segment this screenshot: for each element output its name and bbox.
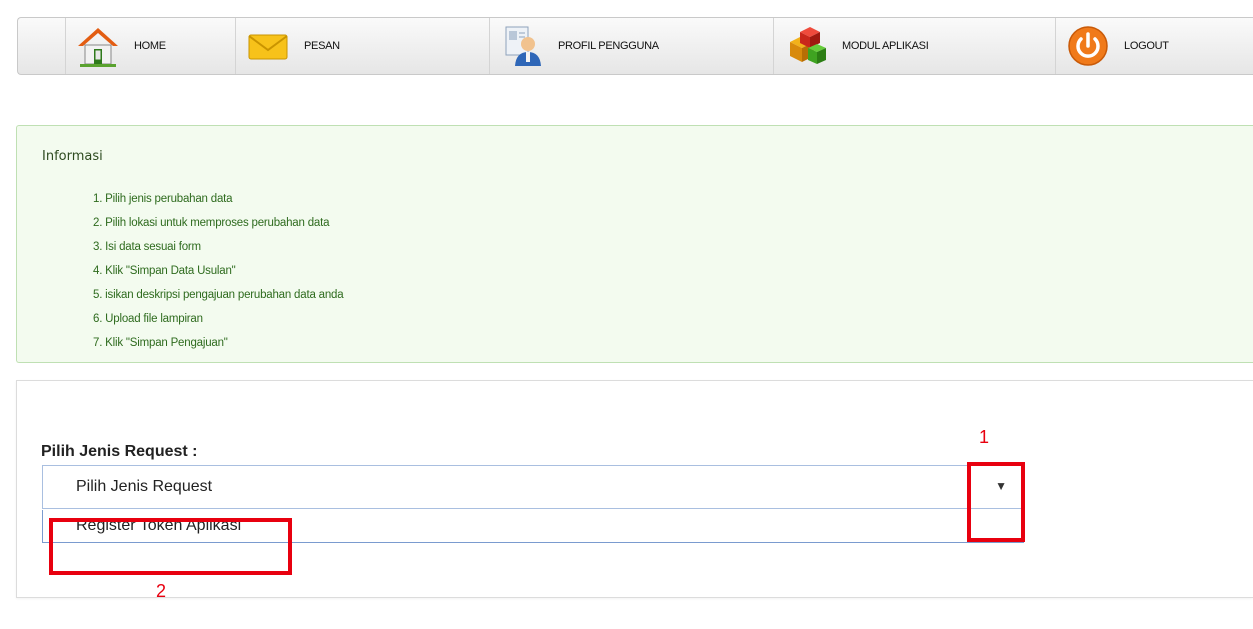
nav-label-home: HOME	[134, 40, 166, 52]
nav-label-pesan: PESAN	[304, 40, 340, 52]
home-icon	[76, 24, 120, 68]
navbar-spacer	[18, 18, 66, 74]
annotation-number-2: 2	[156, 581, 167, 601]
nav-label-modul-aplikasi: MODUL APLIKASI	[842, 40, 929, 52]
modules-icon	[784, 24, 828, 68]
request-type-selected-value: Pilih Jenis Request	[76, 478, 213, 495]
nav-item-logout[interactable]: LOGOUT	[1056, 18, 1253, 74]
nav-item-modul-aplikasi[interactable]: MODUL APLIKASI	[774, 18, 1056, 74]
nav-label-logout: LOGOUT	[1124, 40, 1169, 52]
annotation-number-1: 1	[979, 427, 990, 447]
info-step: 2. Pilih lokasi untuk memproses perubaha…	[93, 217, 330, 229]
mail-icon	[246, 24, 290, 68]
user-profile-icon	[500, 24, 544, 68]
power-icon	[1066, 24, 1110, 68]
request-type-label: Pilih Jenis Request :	[41, 443, 198, 460]
top-navbar: HOME PESAN PROFIL PENGGUNA MODUL APLIKAS…	[17, 17, 1253, 75]
info-step: 3. Isi data sesuai form	[93, 241, 201, 253]
annotation-box-2	[49, 518, 292, 575]
annotation-box-1	[967, 462, 1025, 542]
info-title: Informasi	[42, 149, 103, 164]
nav-item-profil-pengguna[interactable]: PROFIL PENGGUNA	[490, 18, 774, 74]
info-step: 1. Pilih jenis perubahan data	[93, 193, 233, 205]
nav-item-home[interactable]: HOME	[66, 18, 236, 74]
info-steps-list: 1. Pilih jenis perubahan data 2. Pilih l…	[93, 187, 344, 355]
request-type-select[interactable]: Pilih Jenis Request ▼	[42, 465, 1024, 509]
info-panel: Informasi 1. Pilih jenis perubahan data …	[16, 125, 1253, 363]
nav-label-profil-pengguna: PROFIL PENGGUNA	[558, 40, 659, 52]
info-step: 7. Klik "Simpan Pengajuan"	[93, 337, 228, 349]
info-step: 6. Upload file lampiran	[93, 313, 203, 325]
info-step: 4. Klik "Simpan Data Usulan"	[93, 265, 236, 277]
nav-item-pesan[interactable]: PESAN	[236, 18, 490, 74]
info-step: 5. isikan deskripsi pengajuan perubahan …	[93, 289, 344, 301]
